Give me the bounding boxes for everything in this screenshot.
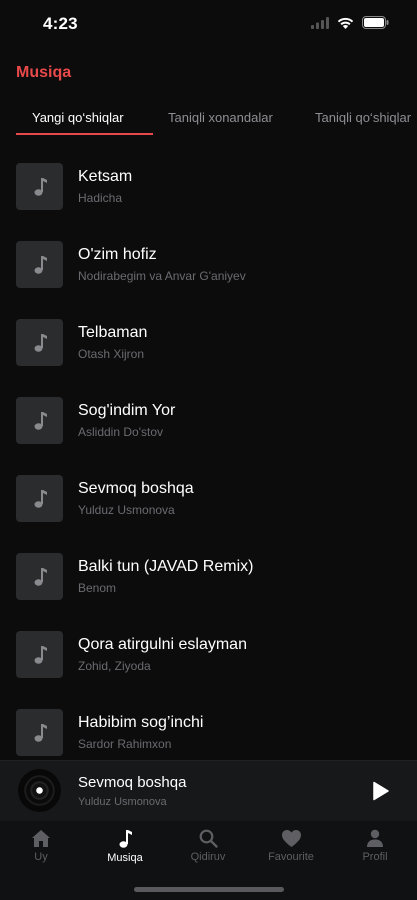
home-icon: [32, 830, 50, 847]
song-artwork: [16, 163, 63, 210]
tabbar-item-search[interactable]: Qidiruv: [173, 829, 243, 863]
song-title: Telbaman: [78, 324, 148, 341]
tab-yangi-qoshiqlar[interactable]: Yangi qo‘shiqlar: [32, 110, 124, 125]
tabbar-label: Musiqa: [107, 852, 143, 864]
song-row[interactable]: O'zim hofiz Nodirabegim va Anvar G'aniye…: [0, 225, 417, 303]
music-note-icon: [34, 255, 47, 274]
song-artwork: [16, 709, 63, 756]
wifi-icon: [337, 17, 354, 29]
tabbar-label: Profil: [362, 851, 388, 863]
vinyl-record-icon: [18, 769, 61, 812]
song-title: Sog'indim Yor: [78, 402, 176, 419]
signal-icon: [311, 16, 329, 29]
song-row[interactable]: Ketsam Hadicha: [0, 147, 417, 225]
profile-icon: [367, 829, 383, 847]
song-artist: Sardor Rahimxon: [78, 737, 172, 751]
now-playing-artist: Yulduz Usmonova: [78, 796, 167, 808]
music-note-icon: [34, 723, 47, 742]
song-row[interactable]: Telbaman Otash Xijron: [0, 303, 417, 381]
page-title: Musiqa: [16, 64, 72, 81]
song-row[interactable]: Sog'indim Yor Asliddin Do'stov: [0, 381, 417, 459]
tabbar-label: Uy: [34, 851, 48, 863]
now-playing-title: Sevmoq boshqa: [78, 774, 187, 791]
song-artist: Zohid, Ziyoda: [78, 659, 151, 673]
song-artwork: [16, 553, 63, 600]
tabbar-label: Favourite: [268, 851, 314, 863]
song-artist: Otash Xijron: [78, 347, 145, 361]
song-row[interactable]: Balki tun (JAVAD Remix) Benom: [0, 537, 417, 615]
song-title: Balki tun (JAVAD Remix): [78, 558, 254, 575]
active-tab-indicator: [16, 133, 153, 135]
search-icon: [199, 829, 218, 848]
song-artwork: [16, 319, 63, 366]
battery-icon: [362, 16, 389, 29]
song-title: Habibim sog’inchi: [78, 714, 204, 731]
home-indicator: [134, 887, 284, 892]
now-playing-bar[interactable]: Sevmoq boshqa Yulduz Usmonova: [0, 760, 417, 821]
status-bar: 4:23: [0, 0, 417, 46]
status-time: 4:23: [43, 14, 78, 33]
tabbar-item-profile[interactable]: Profil: [340, 829, 410, 863]
tabbar-label: Qidiruv: [190, 851, 226, 863]
heart-icon: [281, 830, 301, 847]
tabbar-item-music[interactable]: Musiqa: [90, 829, 160, 864]
music-note-icon: [119, 830, 132, 848]
tabbar-item-home[interactable]: Uy: [6, 829, 76, 863]
song-title: Ketsam: [78, 168, 133, 185]
music-note-icon: [34, 645, 47, 664]
song-row[interactable]: Sevmoq boshqa Yulduz Usmonova: [0, 459, 417, 537]
song-artwork: [16, 631, 63, 678]
song-artist: Yulduz Usmonova: [78, 503, 175, 517]
music-note-icon: [34, 411, 47, 430]
category-tabs: Yangi qo‘shiqlar Taniqli xonandalar Tani…: [0, 102, 417, 136]
song-title: O'zim hofiz: [78, 246, 157, 263]
music-note-icon: [34, 177, 47, 196]
song-artwork: [16, 241, 63, 288]
song-artist: Nodirabegim va Anvar G'aniyev: [78, 269, 246, 283]
song-artwork: [16, 397, 63, 444]
tab-taniqli-qoshiqlar[interactable]: Taniqli qo‘shiqlar: [315, 110, 411, 125]
music-note-icon: [34, 489, 47, 508]
song-artist: Asliddin Do'stov: [78, 425, 163, 439]
song-row[interactable]: Qora atirgulni eslayman Zohid, Ziyoda: [0, 615, 417, 693]
play-icon[interactable]: [369, 780, 391, 802]
music-note-icon: [34, 567, 47, 586]
song-title: Sevmoq boshqa: [78, 480, 194, 497]
music-note-icon: [34, 333, 47, 352]
tab-taniqli-xonandalar[interactable]: Taniqli xonandalar: [168, 110, 273, 125]
song-title: Qora atirgulni eslayman: [78, 636, 247, 653]
song-artist: Benom: [78, 581, 117, 595]
tabbar-item-favourite[interactable]: Favourite: [256, 829, 326, 863]
status-icons: [311, 16, 389, 29]
song-artwork: [16, 475, 63, 522]
song-artist: Hadicha: [78, 191, 123, 205]
